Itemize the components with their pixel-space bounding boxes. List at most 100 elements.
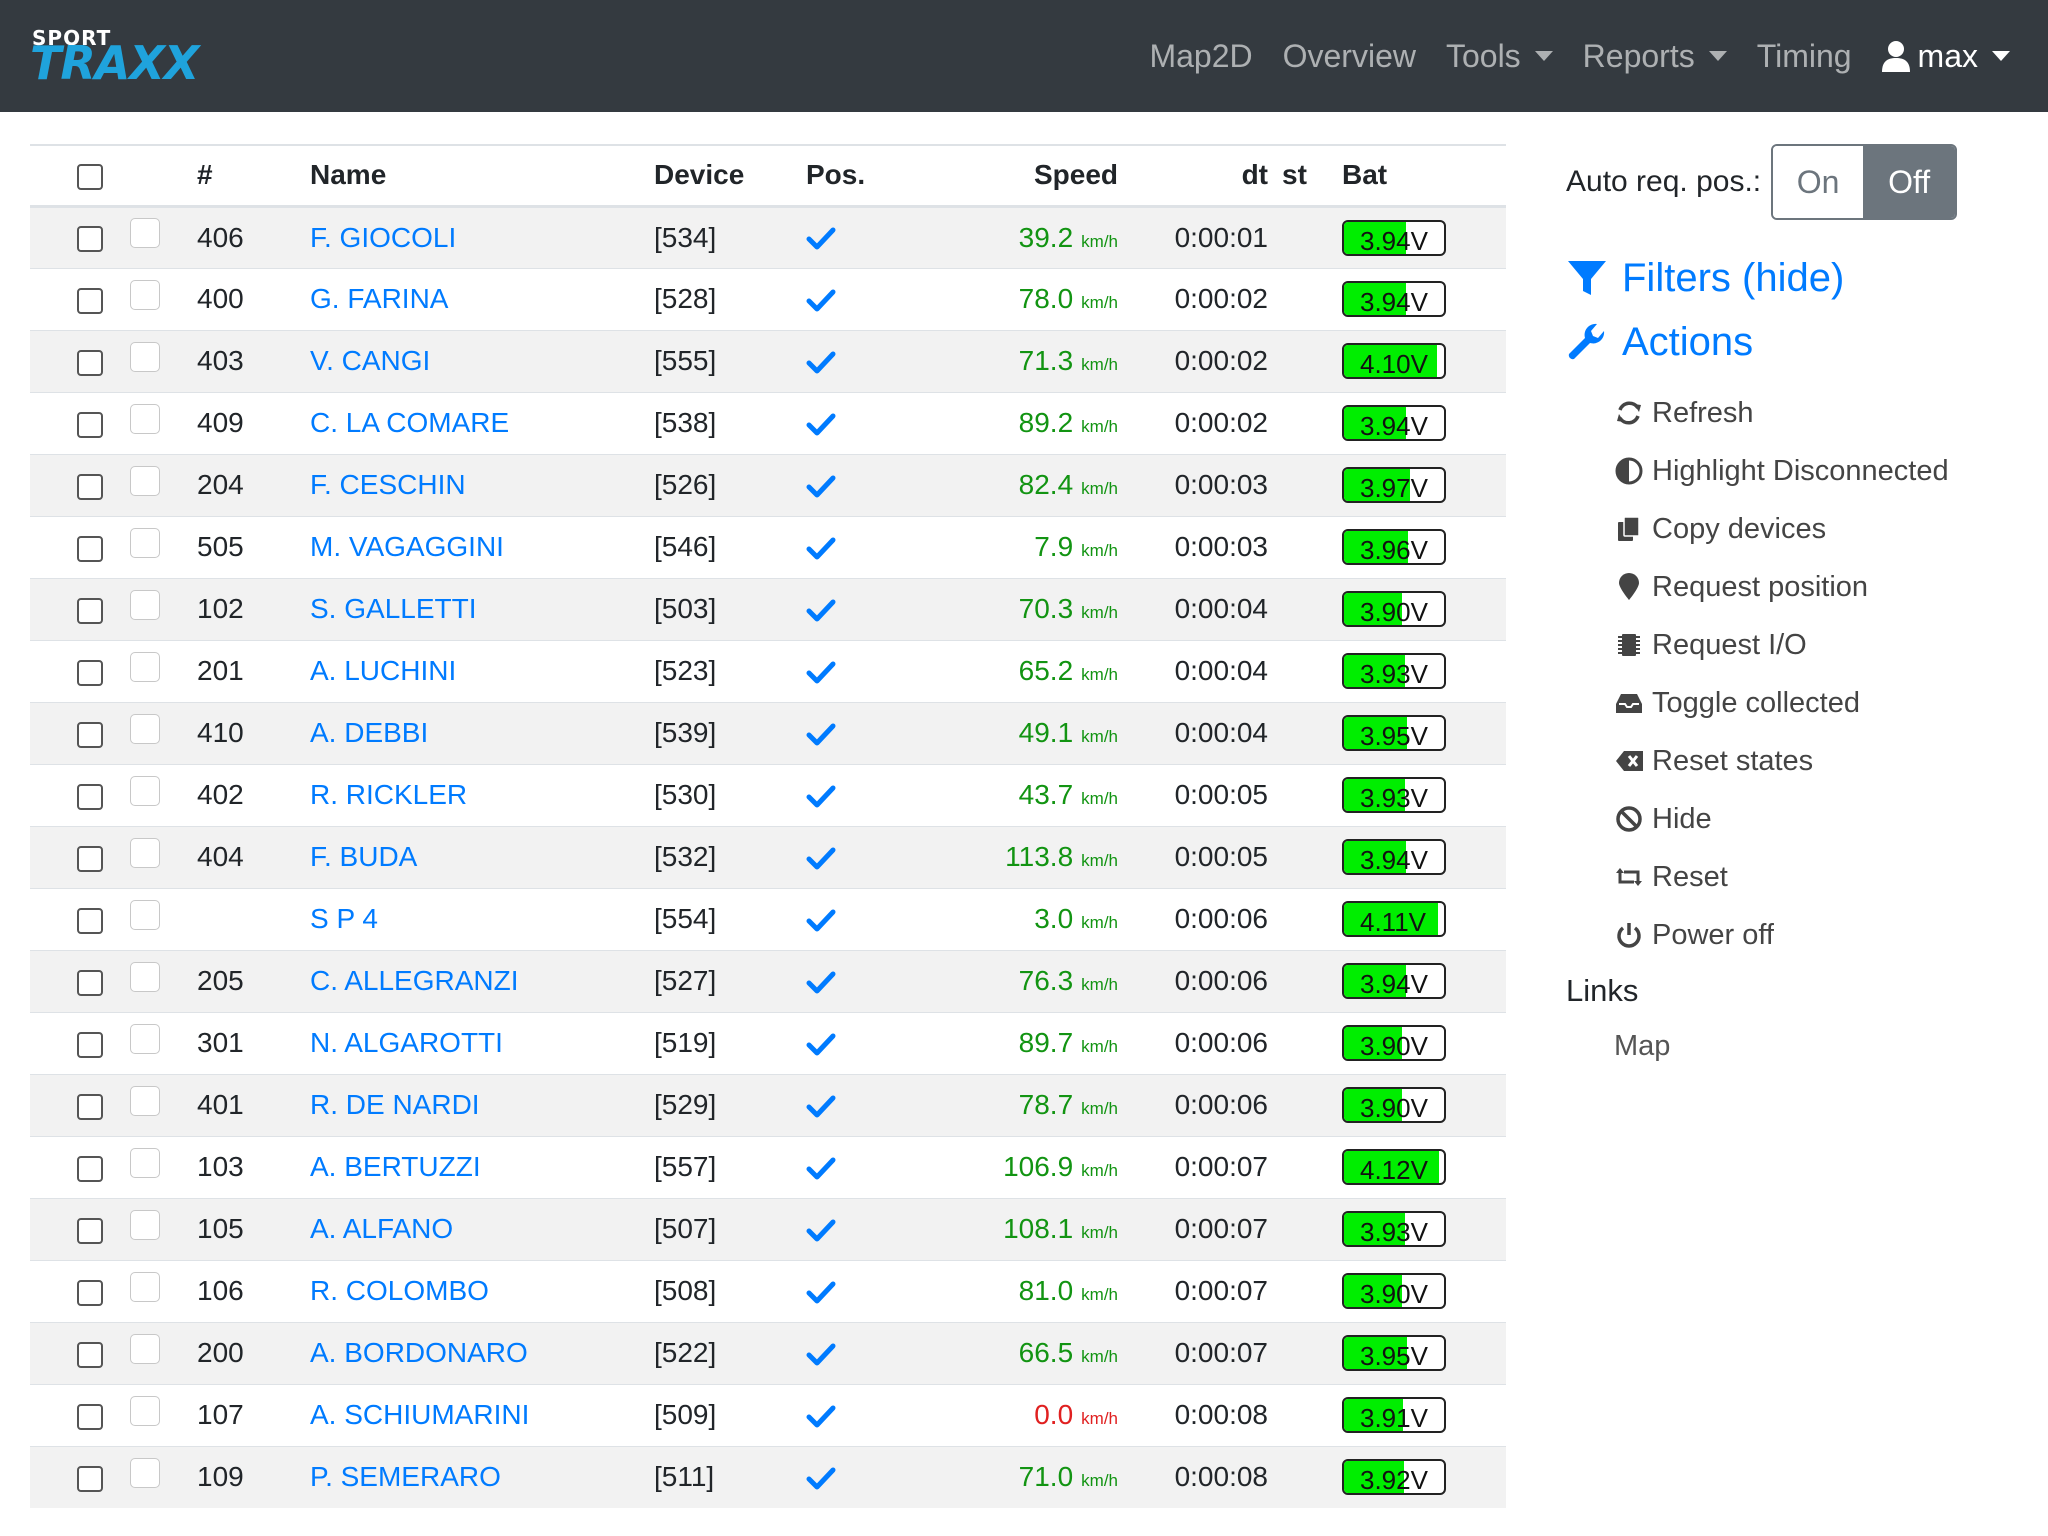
row-collected-box[interactable] (130, 527, 160, 558)
action-power-off[interactable]: Power off (1614, 906, 2026, 964)
header-name[interactable]: Name (310, 146, 654, 208)
row-collected-box[interactable] (130, 465, 160, 496)
row-name-link[interactable]: S. GALLETTI (310, 593, 477, 624)
row-collected-box[interactable] (130, 403, 160, 434)
header-speed[interactable]: Speed (908, 146, 1118, 208)
row-select-checkbox[interactable] (77, 226, 103, 253)
row-collected-box[interactable] (130, 1209, 160, 1240)
header-num[interactable]: # (197, 146, 310, 208)
row-name-link[interactable]: A. ALFANO (310, 1213, 453, 1244)
row-collected-box[interactable] (130, 279, 160, 310)
row-select-checkbox[interactable] (77, 721, 103, 748)
nav-user-dropdown[interactable]: max (1881, 38, 2010, 75)
nav-map2d[interactable]: Map2D (1149, 38, 1252, 75)
action-toggle-collected[interactable]: Toggle collected (1614, 674, 2026, 732)
row-collected-box[interactable] (130, 1457, 160, 1488)
action-highlight-disconnected[interactable]: Highlight Disconnected (1614, 442, 2026, 500)
row-select-checkbox[interactable] (77, 1093, 103, 1120)
header-device[interactable]: Device (654, 146, 806, 208)
nav-timing[interactable]: Timing (1757, 38, 1852, 75)
row-collected-box[interactable] (130, 341, 160, 372)
header-blank (130, 146, 197, 208)
row-select-checkbox[interactable] (77, 1217, 103, 1244)
action-refresh[interactable]: Refresh (1614, 384, 2026, 442)
row-select-checkbox[interactable] (77, 1341, 103, 1368)
row-name-link[interactable]: G. FARINA (310, 283, 448, 314)
nav-overview[interactable]: Overview (1283, 38, 1416, 75)
row-name-link[interactable]: F. GIOCOLI (310, 222, 456, 253)
row-select-checkbox[interactable] (77, 1279, 103, 1306)
row-select-checkbox[interactable] (77, 907, 103, 934)
row-name-link[interactable]: R. COLOMBO (310, 1275, 489, 1306)
row-collected-box[interactable] (130, 899, 160, 930)
header-bat[interactable]: Bat (1328, 146, 1506, 208)
header-pos[interactable]: Pos. (806, 146, 908, 208)
row-select-checkbox[interactable] (77, 845, 103, 872)
row-collected-box[interactable] (130, 961, 160, 992)
row-name-link[interactable]: N. ALGAROTTI (310, 1027, 503, 1058)
row-device: [507] (654, 1197, 806, 1260)
row-name-link[interactable]: C. LA COMARE (310, 407, 509, 438)
row-name-link[interactable]: A. BORDONARO (310, 1337, 528, 1368)
row-name-link[interactable]: R. DE NARDI (310, 1089, 480, 1120)
row-select-checkbox[interactable] (77, 1155, 103, 1182)
action-reset[interactable]: Reset (1614, 848, 2026, 906)
action-hide[interactable]: Hide (1614, 790, 2026, 848)
sporttraxx-logo[interactable]: SPORT TRAXX (30, 26, 215, 86)
row-name-link[interactable]: M. VAGAGGINI (310, 531, 504, 562)
row-collected-box[interactable] (130, 651, 160, 682)
row-collected-box[interactable] (130, 1085, 160, 1116)
row-st (1268, 701, 1328, 764)
row-collected-box[interactable] (130, 775, 160, 806)
row-select-checkbox[interactable] (77, 349, 103, 376)
row-collected-box[interactable] (130, 713, 160, 744)
row-name-link[interactable]: A. DEBBI (310, 717, 428, 748)
row-name-link[interactable]: A. BERTUZZI (310, 1151, 481, 1182)
nav-tools-dropdown[interactable]: Tools (1446, 38, 1553, 75)
row-select-checkbox[interactable] (77, 535, 103, 562)
row-name-link[interactable]: F. BUDA (310, 841, 417, 872)
row-collected-box[interactable] (130, 837, 160, 868)
row-select-checkbox[interactable] (77, 783, 103, 810)
actions-heading[interactable]: Actions (1566, 310, 2026, 374)
map-link[interactable]: Map (1614, 1018, 2026, 1074)
auto-request-on-button[interactable]: On (1773, 146, 1864, 218)
row-select-checkbox[interactable] (77, 659, 103, 686)
row-select-checkbox[interactable] (77, 1031, 103, 1058)
filters-toggle[interactable]: Filters (hide) (1566, 246, 2026, 310)
row-speed-value: 0.0 (1034, 1399, 1074, 1430)
row-select-checkbox[interactable] (77, 287, 103, 314)
auto-request-off-button[interactable]: Off (1863, 146, 1956, 218)
row-name-link[interactable]: P. SEMERARO (310, 1461, 501, 1492)
row-collected-box[interactable] (130, 1271, 160, 1302)
row-collected-box[interactable] (130, 1395, 160, 1426)
table-row: 406 F. GIOCOLI [534] 39.2 km/h 0:00:01 3.94V (30, 205, 1506, 268)
row-name-link[interactable]: A. LUCHINI (310, 655, 456, 686)
row-select-checkbox[interactable] (77, 411, 103, 438)
header-dt[interactable]: dt (1118, 146, 1268, 208)
action-reset-states[interactable]: Reset states (1614, 732, 2026, 790)
action-copy-devices[interactable]: Copy devices (1614, 500, 2026, 558)
select-all-checkbox[interactable] (77, 163, 103, 190)
row-collected-box[interactable] (130, 1333, 160, 1364)
header-st[interactable]: st (1268, 146, 1328, 208)
action-request-i-o[interactable]: Request I/O (1614, 616, 2026, 674)
row-collected-box[interactable] (130, 218, 160, 249)
row-name-link[interactable]: R. RICKLER (310, 779, 467, 810)
row-name-link[interactable]: V. CANGI (310, 345, 430, 376)
row-name-link[interactable]: F. CESCHIN (310, 469, 466, 500)
row-speed-unit: km/h (1081, 727, 1118, 746)
row-select-checkbox[interactable] (77, 969, 103, 996)
row-select-checkbox[interactable] (77, 597, 103, 624)
row-name-link[interactable]: C. ALLEGRANZI (310, 965, 519, 996)
row-name-link[interactable]: S P 4 (310, 903, 378, 934)
row-name-link[interactable]: A. SCHIUMARINI (310, 1399, 529, 1430)
action-request-position[interactable]: Request position (1614, 558, 2026, 616)
row-select-checkbox[interactable] (77, 1403, 103, 1430)
row-collected-box[interactable] (130, 1147, 160, 1178)
row-select-checkbox[interactable] (77, 1465, 103, 1492)
nav-reports-dropdown[interactable]: Reports (1583, 38, 1727, 75)
row-collected-box[interactable] (130, 589, 160, 620)
row-select-checkbox[interactable] (77, 473, 103, 500)
row-collected-box[interactable] (130, 1023, 160, 1054)
